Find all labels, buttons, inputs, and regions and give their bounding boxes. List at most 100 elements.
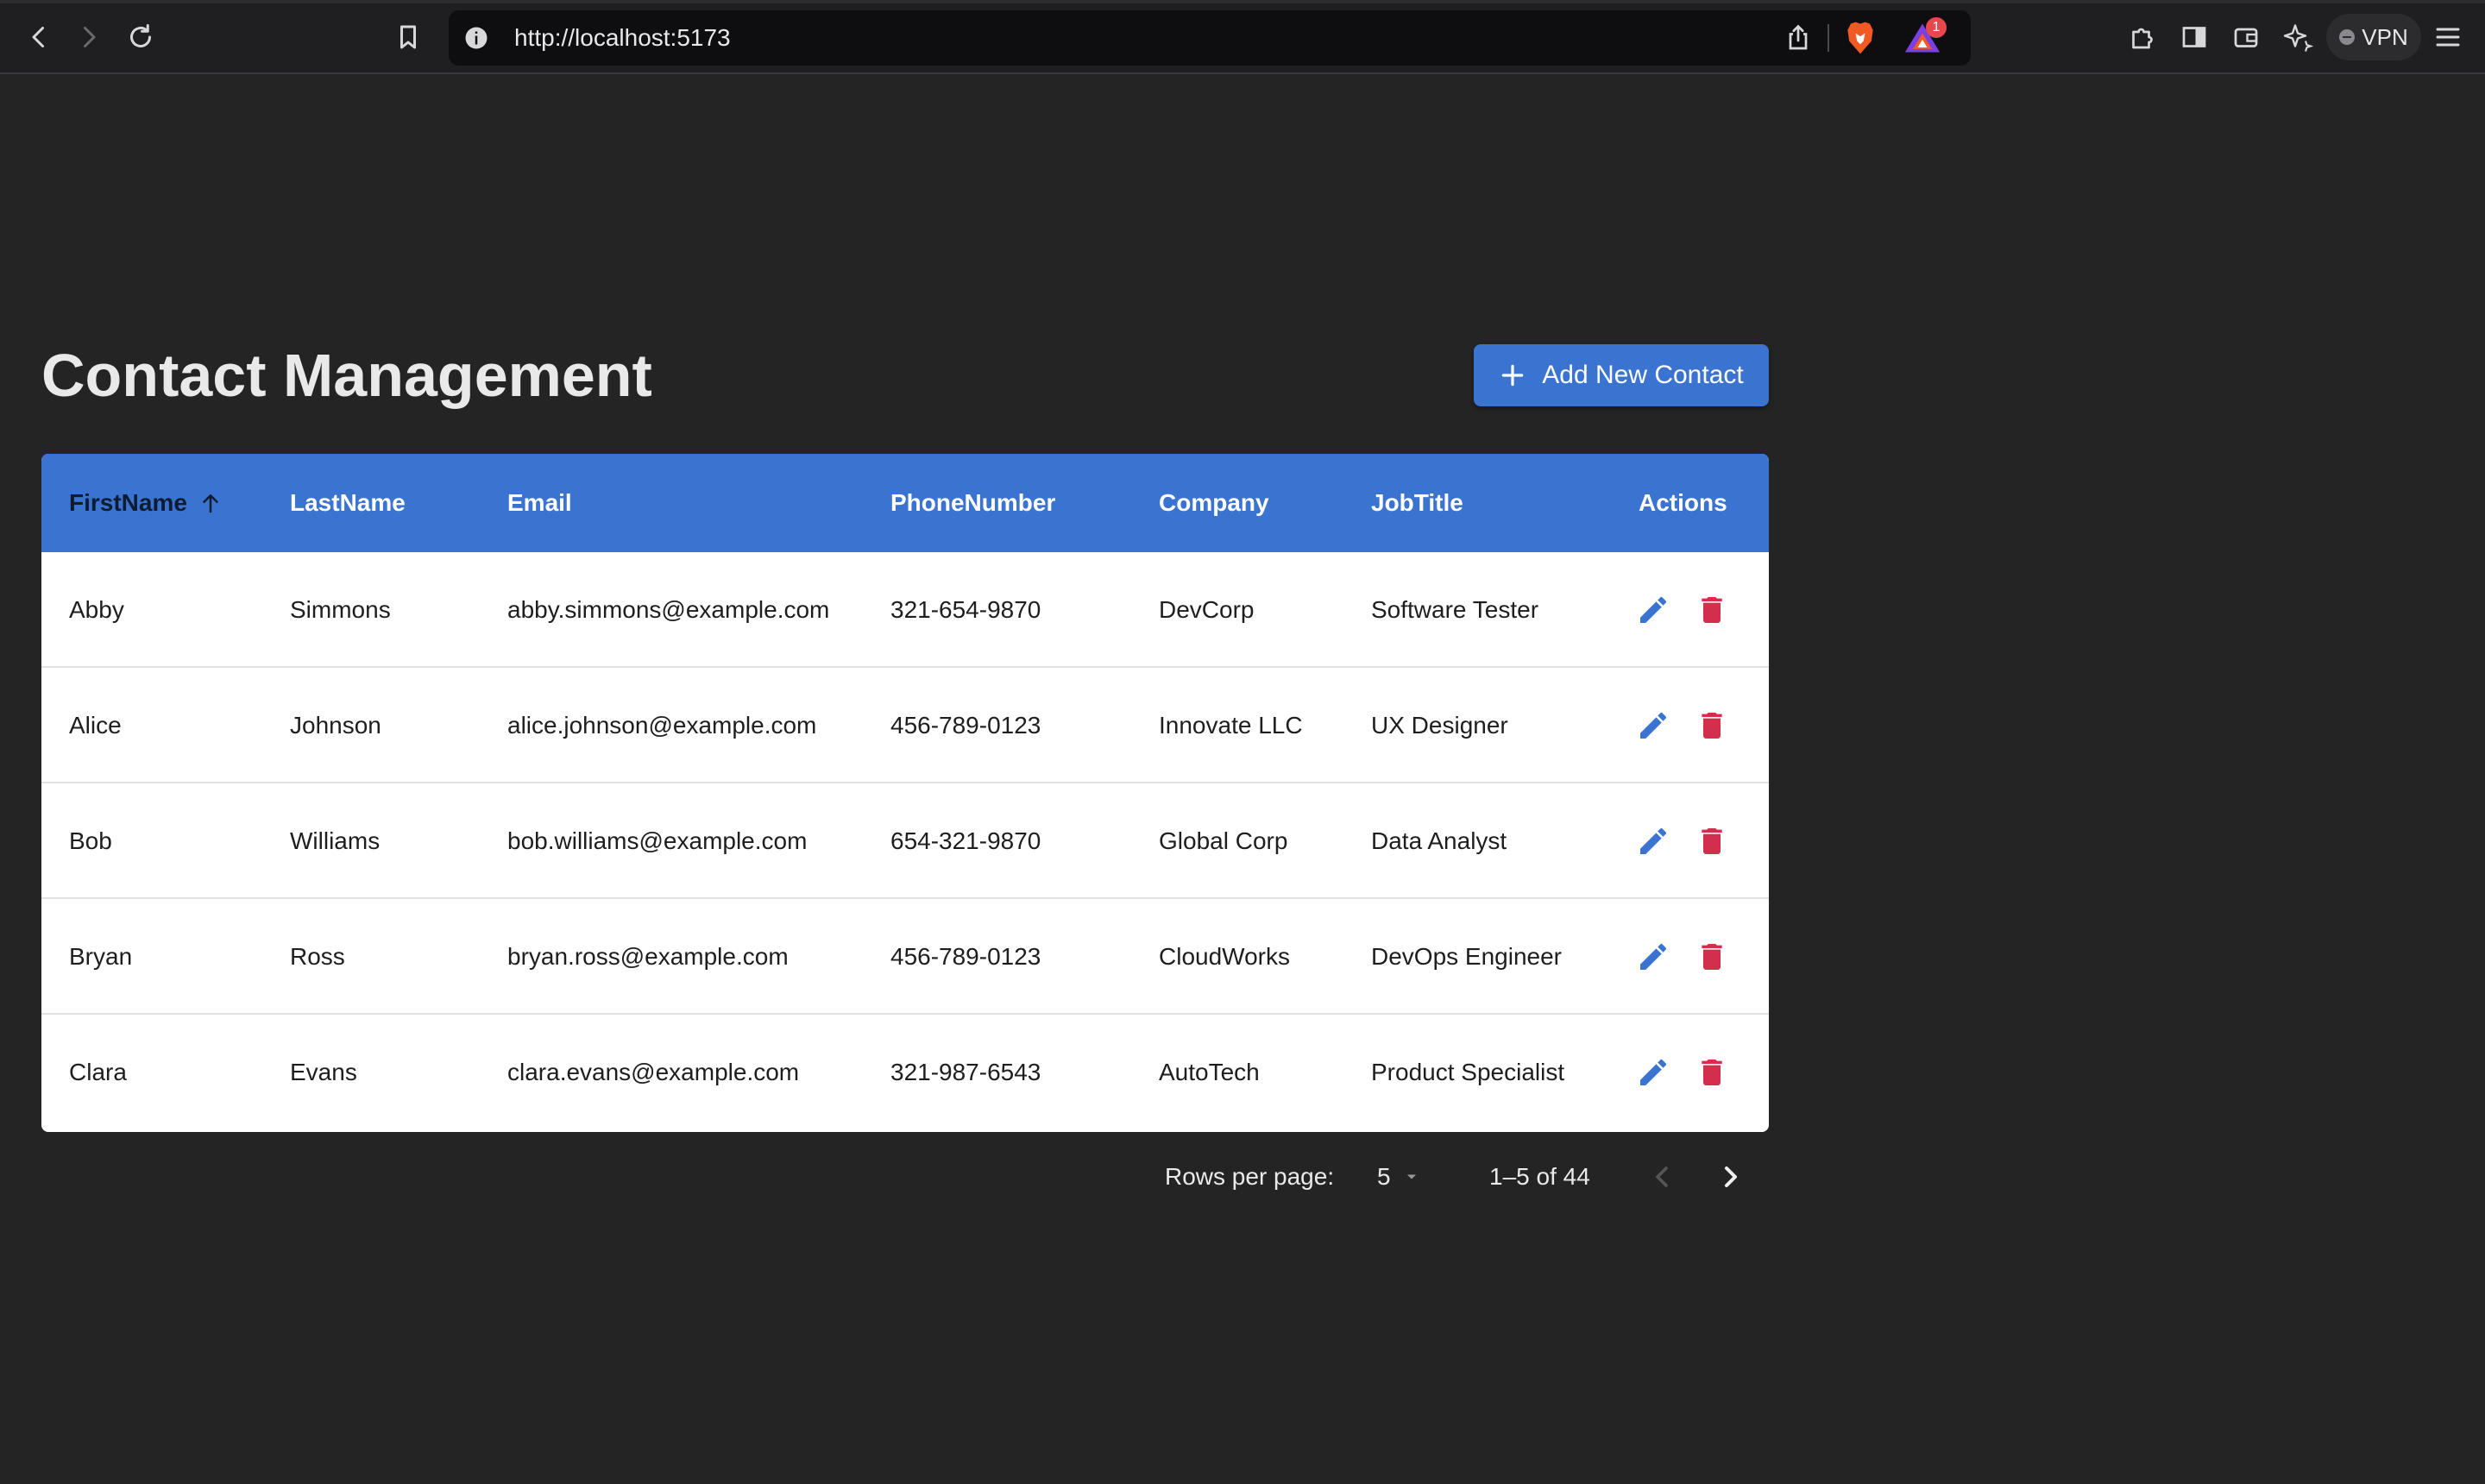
- pencil-icon: [1640, 596, 1667, 623]
- previous-page-button[interactable]: [1643, 1158, 1681, 1196]
- cell-company: CloudWorks: [1159, 943, 1290, 970]
- menu-button[interactable]: [2428, 17, 2468, 57]
- reload-button[interactable]: [121, 17, 160, 57]
- edit-button[interactable]: [1636, 1055, 1670, 1090]
- edit-button[interactable]: [1636, 593, 1670, 627]
- extensions-button[interactable]: [2123, 17, 2162, 57]
- cell-lastname: Evans: [290, 1059, 357, 1085]
- cell-jobtitle: DevOps Engineer: [1371, 943, 1563, 970]
- cell-lastname: Williams: [290, 827, 381, 854]
- pagination-range: 1–5 of 44: [1489, 1163, 1590, 1190]
- url-text[interactable]: http://localhost:5173: [514, 24, 731, 52]
- vpn-status-icon: [2339, 29, 2356, 45]
- wallet-icon: [2234, 28, 2258, 47]
- cell-firstname: Clara: [69, 1059, 127, 1085]
- cell-jobtitle: Product Specialist: [1371, 1059, 1565, 1085]
- sparkle-icon: [2283, 24, 2313, 52]
- cell-phonenumber: 654-321-9870: [890, 827, 1041, 854]
- divider: [1828, 24, 1829, 52]
- column-header-lastname[interactable]: LastName: [290, 454, 406, 552]
- cell-phonenumber: 321-987-6543: [890, 1059, 1041, 1085]
- column-header-jobtitle[interactable]: JobTitle: [1371, 454, 1463, 552]
- delete-button[interactable]: [1695, 708, 1729, 743]
- vpn-button[interactable]: VPN: [2326, 14, 2421, 60]
- back-button[interactable]: [19, 17, 59, 57]
- forward-button[interactable]: [69, 17, 109, 57]
- puzzle-icon: [2132, 28, 2153, 49]
- table-row: Bob Williams bob.williams@example.com 65…: [41, 783, 1769, 899]
- table-row: Clara Evans clara.evans@example.com 321-…: [41, 1015, 1769, 1130]
- add-new-contact-label: Add New Contact: [1542, 361, 1744, 389]
- cell-phonenumber: 321-654-9870: [890, 596, 1041, 623]
- column-header-phonenumber[interactable]: PhoneNumber: [890, 454, 1055, 552]
- contacts-table: FirstName LastName Email PhoneNumber Com…: [41, 454, 1769, 1132]
- trash-icon: [1702, 944, 1722, 970]
- table-row: Alice Johnson alice.johnson@example.com …: [41, 668, 1769, 783]
- column-header-firstname[interactable]: FirstName: [69, 454, 223, 552]
- trash-icon: [1702, 597, 1722, 623]
- column-header-email[interactable]: Email: [507, 454, 572, 552]
- share-icon[interactable]: [1783, 22, 1814, 53]
- plus-icon: [1501, 364, 1524, 387]
- cell-email: abby.simmons@example.com: [507, 596, 830, 623]
- chevron-right-icon: [84, 27, 96, 47]
- cell-lastname: Ross: [290, 943, 345, 970]
- trash-icon: [1702, 828, 1722, 854]
- cell-firstname: Alice: [69, 712, 122, 739]
- edit-button[interactable]: [1636, 824, 1670, 858]
- delete-button[interactable]: [1695, 824, 1729, 858]
- table-header: FirstName LastName Email PhoneNumber Com…: [41, 454, 1769, 552]
- rows-per-page-value: 5: [1377, 1163, 1391, 1190]
- browser-toolbar: http://localhost:5173 1 VPN: [0, 0, 2485, 74]
- sidebar-toggle-button[interactable]: [2174, 17, 2214, 57]
- edit-button[interactable]: [1636, 708, 1670, 743]
- column-header-label: FirstName: [69, 489, 187, 516]
- pencil-icon: [1640, 1059, 1667, 1085]
- page-title: Contact Management: [41, 342, 652, 409]
- address-bar[interactable]: http://localhost:5173 1: [449, 10, 1971, 66]
- next-page-button[interactable]: [1712, 1158, 1750, 1196]
- cell-lastname: Johnson: [290, 712, 381, 739]
- trash-icon: [1702, 1060, 1722, 1085]
- cell-jobtitle: UX Designer: [1371, 712, 1508, 739]
- pencil-icon: [1640, 827, 1667, 854]
- caret-down-icon: [1406, 1174, 1416, 1179]
- cell-company: Innovate LLC: [1159, 712, 1303, 739]
- cell-company: DevCorp: [1159, 596, 1255, 623]
- cell-company: Global Corp: [1159, 827, 1288, 854]
- cell-lastname: Simmons: [290, 596, 391, 623]
- delete-button[interactable]: [1695, 593, 1729, 627]
- pencil-icon: [1640, 943, 1667, 970]
- table-row: Bryan Ross bryan.ross@example.com 456-78…: [41, 899, 1769, 1015]
- wallet-button[interactable]: [2226, 17, 2266, 57]
- cell-firstname: Bryan: [69, 943, 133, 970]
- site-info-icon[interactable]: [462, 24, 490, 52]
- rewards-badge: 1: [1926, 17, 1947, 38]
- cell-phonenumber: 456-789-0123: [890, 943, 1041, 970]
- cell-jobtitle: Data Analyst: [1371, 827, 1507, 854]
- cell-email: bryan.ross@example.com: [507, 943, 789, 970]
- delete-button[interactable]: [1695, 1055, 1729, 1090]
- cell-company: AutoTech: [1159, 1059, 1260, 1085]
- column-header-company[interactable]: Company: [1159, 454, 1269, 552]
- chevron-left-icon: [1656, 1166, 1668, 1187]
- leo-ai-button[interactable]: [2278, 17, 2318, 57]
- delete-button[interactable]: [1695, 940, 1729, 974]
- arrow-up-icon: [203, 494, 218, 513]
- brave-shields-icon[interactable]: [1841, 19, 1879, 57]
- table-row: Abby Simmons abby.simmons@example.com 32…: [41, 552, 1769, 668]
- cell-email: clara.evans@example.com: [507, 1059, 800, 1085]
- bookmark-icon: [400, 25, 416, 49]
- window-top-edge: [0, 0, 2485, 3]
- cell-email: bob.williams@example.com: [507, 827, 808, 854]
- bookmark-button[interactable]: [388, 17, 428, 57]
- cell-email: alice.johnson@example.com: [507, 712, 817, 739]
- cell-firstname: Bob: [69, 827, 112, 854]
- rows-per-page-select[interactable]: 5: [1377, 1160, 1427, 1194]
- edit-button[interactable]: [1636, 940, 1670, 974]
- pencil-icon: [1640, 712, 1667, 739]
- sidebar-icon: [2182, 27, 2206, 47]
- cell-firstname: Abby: [69, 596, 124, 623]
- table-body: Abby Simmons abby.simmons@example.com 32…: [41, 552, 1769, 1130]
- add-new-contact-button[interactable]: Add New Contact: [1474, 344, 1769, 406]
